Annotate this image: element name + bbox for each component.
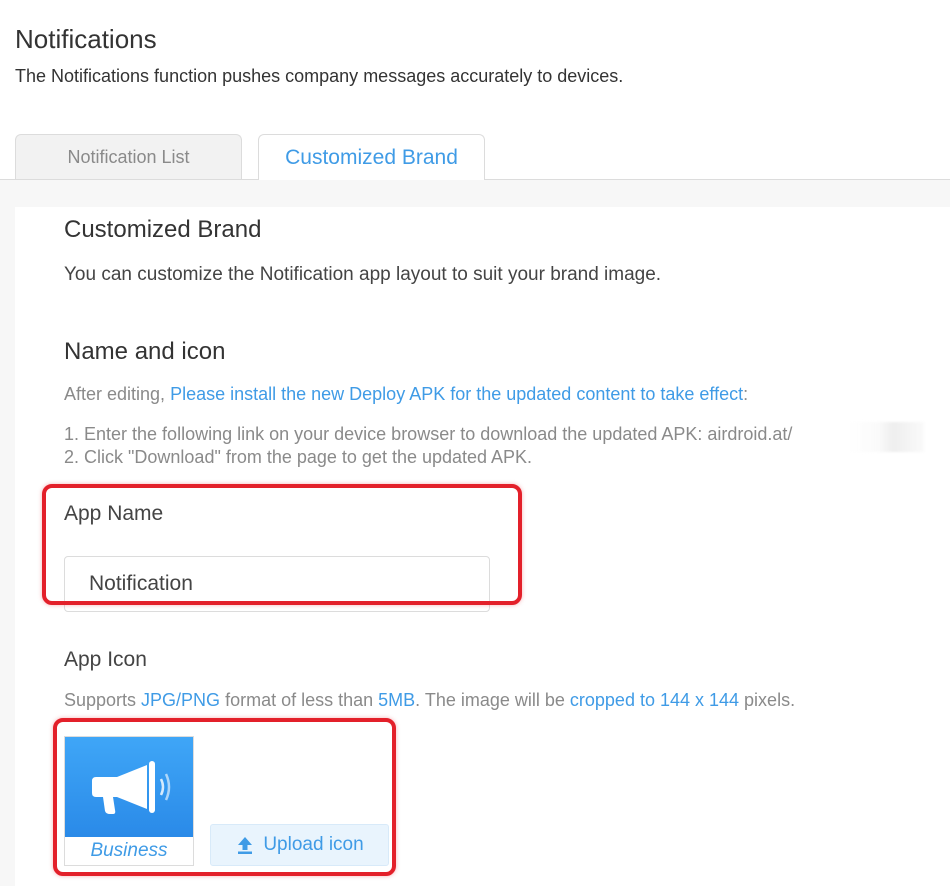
format-highlight: JPG/PNG — [141, 690, 221, 710]
crop-highlight: cropped to 144 x 144 — [569, 690, 740, 710]
redacted-link-blur — [848, 422, 924, 452]
install-apk-link[interactable]: Please install the new Deploy APK for th… — [170, 384, 743, 404]
after-editing-suffix: : — [743, 384, 749, 404]
app-icon-label: App Icon — [64, 648, 147, 671]
requirements-mid: format of less than — [220, 690, 379, 710]
tab-notification-list[interactable]: Notification List — [15, 134, 242, 179]
app-icon-highlight — [53, 718, 396, 876]
app-name-highlight — [42, 484, 522, 605]
step-2-text: 2. Click "Download" from the page to get… — [64, 447, 533, 467]
requirements-prefix: Supports — [64, 690, 142, 710]
section-title: Customized Brand — [64, 216, 262, 243]
requirements-suffix: pixels. — [739, 690, 796, 710]
after-editing-note: After editing, Please install the new De… — [64, 384, 748, 405]
step-1-text: 1. Enter the following link on your devi… — [64, 424, 793, 444]
section-description: You can customize the Notification app l… — [64, 264, 662, 285]
page-title: Notifications — [15, 24, 157, 54]
after-editing-prefix: After editing, — [64, 384, 171, 404]
name-and-icon-title: Name and icon — [64, 338, 226, 365]
tab-customized-brand[interactable]: Customized Brand — [258, 134, 485, 180]
size-highlight: 5MB — [378, 690, 416, 710]
requirements-mid2: . The image will be — [415, 690, 570, 710]
icon-requirements: Supports JPG/PNG format of less than 5MB… — [64, 690, 795, 711]
page-description: The Notifications function pushes compan… — [15, 66, 624, 86]
